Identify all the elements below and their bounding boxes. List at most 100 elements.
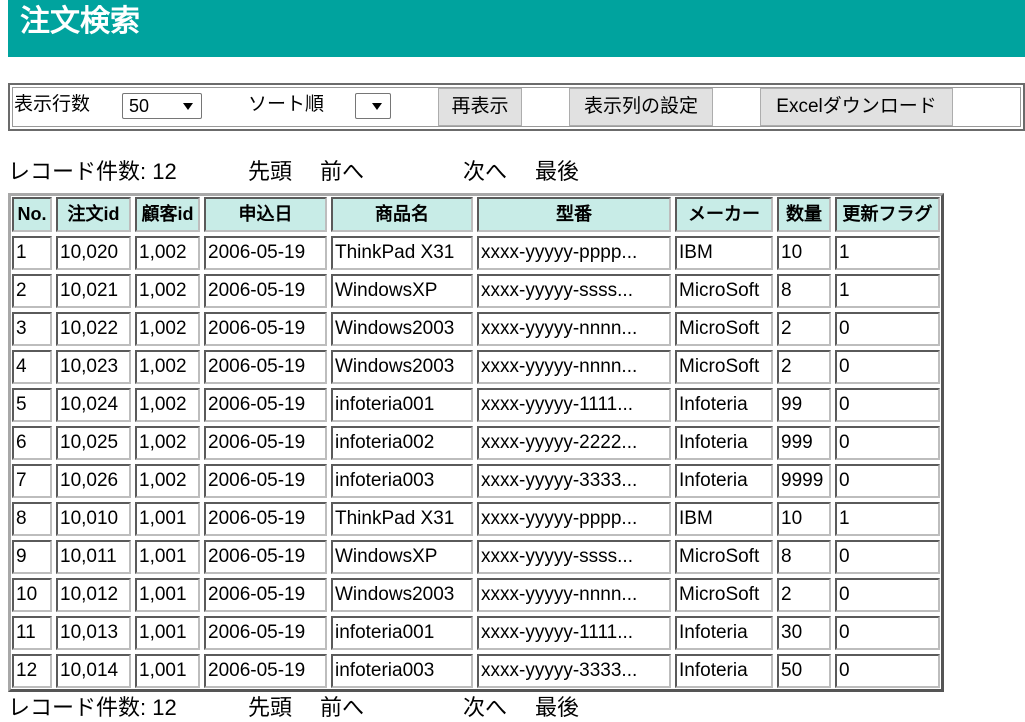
search-toolbar: 表示行数 50 ソート順 再表示 表示列の設定 Excelダウンロード xyxy=(8,83,1025,131)
cell-update-flag: 1 xyxy=(835,274,940,308)
cell-quantity: 8 xyxy=(777,274,831,308)
cell-product-name: infoteria001 xyxy=(331,616,473,650)
cell-no: 5 xyxy=(12,388,52,422)
cell-application-date: 2006-05-19 xyxy=(204,426,327,460)
cell-customer-id: 1,002 xyxy=(135,426,200,460)
cell-model-number: xxxx-yyyyy-3333... xyxy=(477,464,671,498)
cell-customer-id: 1,002 xyxy=(135,350,200,384)
column-header-update-flag: 更新フラグ xyxy=(835,197,940,232)
pager-bottom-first-link[interactable]: 先頭 xyxy=(248,694,292,722)
cell-product-name: infoteria003 xyxy=(331,464,473,498)
column-header-product-name: 商品名 xyxy=(331,197,473,232)
cell-model-number: xxxx-yyyyy-2222... xyxy=(477,426,671,460)
column-header-maker: メーカー xyxy=(675,197,773,232)
cell-no: 8 xyxy=(12,502,52,536)
cell-model-number: xxxx-yyyyy-ssss... xyxy=(477,540,671,574)
record-count-value: 12 xyxy=(152,159,177,184)
table-row: 3 10,022 1,002 2006-05-19 Windows2003 xxxx-yy… xyxy=(12,312,940,346)
cell-maker: MicroSoft xyxy=(675,274,773,308)
pager-bottom-prev-link[interactable]: 前へ xyxy=(320,694,364,722)
cell-customer-id: 1,002 xyxy=(135,464,200,498)
cell-no: 9 xyxy=(12,540,52,574)
cell-no: 12 xyxy=(12,654,52,688)
cell-application-date: 2006-05-19 xyxy=(204,578,327,612)
cell-product-name: WindowsXP xyxy=(331,540,473,574)
cell-application-date: 2006-05-19 xyxy=(204,312,327,346)
cell-maker: Infoteria xyxy=(675,464,773,498)
cell-maker: MicroSoft xyxy=(675,578,773,612)
cell-maker: Infoteria xyxy=(675,388,773,422)
pager-bottom-next-link[interactable]: 次へ xyxy=(463,694,507,722)
order-search-page: 注文検索 表示行数 50 ソート順 再表示 表示列の設定 Excelダウンロード… xyxy=(0,0,1025,722)
excel-download-button[interactable]: Excelダウンロード xyxy=(760,88,953,126)
cell-quantity: 8 xyxy=(777,540,831,574)
table-header-row: No. 注文id 顧客id 申込日 商品名 型番 メーカー 数量 更新フラグ xyxy=(12,197,940,232)
cell-customer-id: 1,001 xyxy=(135,540,200,574)
cell-product-name: WindowsXP xyxy=(331,274,473,308)
column-header-order-id: 注文id xyxy=(56,197,131,232)
record-count-label: レコード件数: xyxy=(8,159,147,184)
cell-model-number: xxxx-yyyyy-3333... xyxy=(477,654,671,688)
cell-no: 10 xyxy=(12,578,52,612)
table-row: 9 10,011 1,001 2006-05-19 WindowsXP xxxx-yyyy… xyxy=(12,540,940,574)
cell-customer-id: 1,002 xyxy=(135,236,200,270)
record-count: レコード件数: 12 xyxy=(8,158,177,186)
table-row: 2 10,021 1,002 2006-05-19 WindowsXP xxxx-yyyy… xyxy=(12,274,940,308)
column-settings-button[interactable]: 表示列の設定 xyxy=(569,88,713,126)
cell-product-name: infoteria003 xyxy=(331,654,473,688)
cell-quantity: 2 xyxy=(777,350,831,384)
cell-product-name: Windows2003 xyxy=(331,578,473,612)
pager-top-first-link[interactable]: 先頭 xyxy=(248,158,292,186)
cell-update-flag: 1 xyxy=(835,502,940,536)
cell-update-flag: 0 xyxy=(835,540,940,574)
page-header: 注文検索 xyxy=(8,0,1025,57)
rows-per-page-select[interactable]: 50 xyxy=(122,93,202,119)
cell-quantity: 2 xyxy=(777,578,831,612)
sort-order-select[interactable] xyxy=(355,93,391,119)
cell-maker: Infoteria xyxy=(675,654,773,688)
table-row: 6 10,025 1,002 2006-05-19 infoteria002 xxxx-y… xyxy=(12,426,940,460)
table-row: 4 10,023 1,002 2006-05-19 Windows2003 xxxx-yy… xyxy=(12,350,940,384)
rows-per-page-value: 50 xyxy=(129,96,150,116)
cell-no: 2 xyxy=(12,274,52,308)
cell-no: 6 xyxy=(12,426,52,460)
cell-application-date: 2006-05-19 xyxy=(204,350,327,384)
pager-bottom-last-link[interactable]: 最後 xyxy=(535,694,579,722)
cell-order-id: 10,012 xyxy=(56,578,131,612)
cell-quantity: 30 xyxy=(777,616,831,650)
cell-no: 3 xyxy=(12,312,52,346)
cell-quantity: 999 xyxy=(777,426,831,460)
cell-quantity: 99 xyxy=(777,388,831,422)
cell-update-flag: 0 xyxy=(835,312,940,346)
cell-order-id: 10,024 xyxy=(56,388,131,422)
cell-quantity: 10 xyxy=(777,236,831,270)
cell-model-number: xxxx-yyyyy-pppp... xyxy=(477,502,671,536)
cell-maker: MicroSoft xyxy=(675,540,773,574)
cell-order-id: 10,014 xyxy=(56,654,131,688)
pager-top-prev-link[interactable]: 前へ xyxy=(320,158,364,186)
cell-order-id: 10,021 xyxy=(56,274,131,308)
cell-order-id: 10,022 xyxy=(56,312,131,346)
record-count: レコード件数: 12 xyxy=(8,694,177,722)
cell-model-number: xxxx-yyyyy-nnnn... xyxy=(477,312,671,346)
cell-product-name: Windows2003 xyxy=(331,312,473,346)
refresh-button[interactable]: 再表示 xyxy=(438,88,522,126)
pager-top-next-link[interactable]: 次へ xyxy=(463,158,507,186)
cell-application-date: 2006-05-19 xyxy=(204,616,327,650)
cell-application-date: 2006-05-19 xyxy=(204,654,327,688)
cell-no: 7 xyxy=(12,464,52,498)
pager-top-last-link[interactable]: 最後 xyxy=(535,158,579,186)
column-header-quantity: 数量 xyxy=(777,197,831,232)
column-header-no: No. xyxy=(12,197,52,232)
cell-quantity: 2 xyxy=(777,312,831,346)
page-title: 注文検索 xyxy=(20,5,140,38)
cell-maker: MicroSoft xyxy=(675,312,773,346)
cell-model-number: xxxx-yyyyy-ssss... xyxy=(477,274,671,308)
search-toolbar-inner: 表示行数 50 ソート順 再表示 表示列の設定 Excelダウンロード xyxy=(12,87,1021,127)
cell-update-flag: 0 xyxy=(835,578,940,612)
cell-quantity: 10 xyxy=(777,502,831,536)
cell-application-date: 2006-05-19 xyxy=(204,274,327,308)
cell-customer-id: 1,002 xyxy=(135,312,200,346)
cell-customer-id: 1,001 xyxy=(135,502,200,536)
cell-order-id: 10,010 xyxy=(56,502,131,536)
